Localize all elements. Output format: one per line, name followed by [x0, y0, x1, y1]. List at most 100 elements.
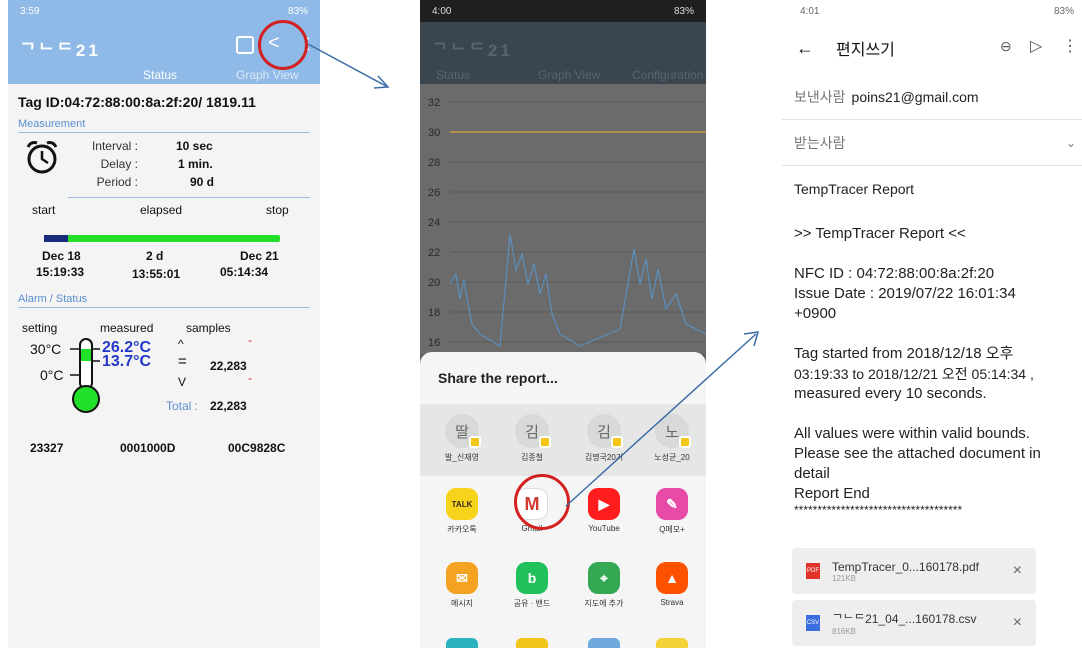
chevron-down-icon[interactable]: ⌄	[1066, 136, 1076, 150]
measurement-section: Interval : 10 sec Delay : 1 min. Period …	[8, 133, 320, 217]
report-end-line: Report End	[794, 485, 870, 502]
start-time: 15:19:33	[36, 265, 85, 279]
to-field[interactable]: 받는사람 ⌄	[782, 120, 1082, 166]
graph-canvas: 32 30 28 26 24 22 20 18 16	[428, 97, 706, 349]
nfc-icon[interactable]	[236, 36, 254, 54]
tab-graph-view[interactable]: Graph View	[538, 68, 600, 82]
tab-configuration[interactable]: Configuration	[632, 68, 703, 82]
pdf-file-icon: PDF	[806, 563, 820, 579]
interval-value: 10 sec	[176, 139, 213, 153]
total-label: Total :	[166, 399, 199, 413]
app-bar-dimmed: ᄀᄂᄃ21 Status Graph View Configuration	[420, 22, 706, 84]
status-time: 3:59	[20, 5, 40, 17]
contact-1[interactable]: 딸 발_신재영	[432, 414, 492, 463]
y-tick-label: 20	[428, 277, 440, 289]
attachment-pdf[interactable]: PDF TempTracer_0...160178.pdf 121KB ×	[792, 548, 1036, 594]
stars-line: ************************************	[794, 504, 963, 516]
footer-value-1: 23327	[30, 441, 64, 455]
attachment-name: ᄀᄂᄃ21_04_...160178.csv	[832, 612, 977, 626]
message-body[interactable]: >> TempTracer Report << NFC ID : 04:72:8…	[782, 224, 1082, 516]
contact-2[interactable]: 김 김종철	[502, 414, 562, 463]
app-partial-1	[446, 638, 478, 648]
period-label: Period :	[96, 175, 138, 189]
attachment-size: 816KB	[832, 627, 857, 636]
contact-label: 발_신재영	[445, 453, 479, 462]
status-time: 4:01	[800, 5, 820, 17]
tab-status[interactable]: Status	[436, 68, 470, 82]
alarm-clock-icon	[26, 141, 58, 174]
app-partial-3	[588, 638, 620, 648]
status-battery: 83%	[287, 5, 308, 17]
stop-time: 05:14:34	[220, 265, 269, 279]
kakaotalk-icon: TALK	[446, 488, 478, 520]
app-strava[interactable]: ▲ Strava	[642, 562, 702, 607]
status-bar: 3:59 83%	[8, 0, 320, 22]
attachment-csv[interactable]: CSV ᄀᄂᄃ21_04_...160178.csv 816KB ×	[792, 600, 1036, 646]
bounds-line-3: detail	[794, 465, 830, 482]
elapsed-days: 2 d	[146, 249, 164, 263]
attachment-size: 121KB	[832, 573, 857, 583]
app-label: Q메모+	[659, 525, 685, 534]
app-label: YouTube	[588, 524, 620, 533]
total-value: 22,283	[210, 399, 247, 413]
y-tick-label: 18	[428, 307, 440, 319]
send-icon[interactable]: ▷	[1030, 36, 1042, 56]
app-status-screen: 3:59 83% ᄀᄂᄃ21 < ⋮ Status Graph View Tag…	[8, 0, 320, 648]
high-setting: 30°C	[30, 341, 62, 357]
nfc-id-line: NFC ID : 04:72:88:00:8a:2f:20	[794, 265, 995, 282]
delay-label: Delay :	[100, 157, 138, 171]
app-maps[interactable]: ⌖ 지도에 추가	[574, 562, 634, 609]
from-field[interactable]: 보낸사람 poins21@gmail.com	[782, 74, 1082, 120]
arrow-to-compose	[565, 331, 760, 507]
app-band[interactable]: b 공유 · 밴드	[502, 562, 562, 609]
above-indicator: ^	[178, 337, 184, 351]
back-arrow-icon[interactable]: ←	[796, 38, 814, 59]
more-menu-icon[interactable]: ⋮	[1062, 36, 1078, 56]
app-label: 공유 · 밴드	[513, 599, 551, 608]
temperature-graph: 32 30 28 26 24 22 20 18 16	[420, 84, 706, 354]
stop-date: Dec 21	[240, 249, 279, 263]
samples-value: 22,283	[210, 359, 247, 373]
footer-value-2: 0001000D	[120, 441, 176, 455]
bounds-line-2: Please see the attached document in	[794, 445, 1041, 462]
low-setting: 0°C	[40, 367, 64, 383]
interval-label: Interval :	[91, 139, 138, 153]
y-tick-label: 30	[428, 127, 440, 139]
messages-icon: ✉	[446, 562, 478, 594]
y-tick-label: 22	[428, 247, 440, 259]
elapsed-time: 13:55:01	[132, 267, 181, 281]
app-kakaotalk[interactable]: TALK 카카오톡	[432, 488, 492, 535]
below-indicator: V	[178, 375, 187, 389]
status-battery: 83%	[1053, 5, 1074, 17]
app-label: 지도에 추가	[584, 599, 624, 608]
compose-title: 편지쓰기	[836, 42, 895, 59]
samples-label: samples	[186, 321, 231, 335]
compose-toolbar: ← 편지쓰기 ⊖ ▷ ⋮	[782, 22, 1082, 74]
close-icon[interactable]: ×	[1013, 614, 1022, 632]
app-title: ᄀᄂᄃ21	[20, 41, 101, 60]
contact-label: 김종철	[520, 453, 544, 462]
from-label: 보낸사람	[794, 88, 846, 105]
tab-status[interactable]: Status	[143, 68, 177, 82]
csv-file-icon: CSV	[806, 615, 820, 631]
started-line-1: Tag started from 2018/12/18 오후	[794, 345, 1014, 362]
maps-icon: ⌖	[588, 562, 620, 594]
contact-avatar: 김	[515, 414, 551, 448]
app-partial-4	[656, 638, 688, 648]
subject-field[interactable]: TempTracer Report	[782, 166, 1082, 212]
tab-graph-view[interactable]: Graph View	[236, 68, 298, 82]
app-title: ᄀᄂᄃ21	[432, 41, 513, 60]
thermometer-icon	[70, 338, 100, 413]
above-count: -	[248, 333, 252, 347]
app-messages[interactable]: ✉ 메시지	[432, 562, 492, 609]
body-heading: >> TempTracer Report <<	[794, 225, 966, 242]
app-label: Strava	[660, 598, 684, 607]
gmail-compose-screen: 4:01 83% ← 편지쓰기 ⊖ ▷ ⋮ 보낸사람 poins21@gmail…	[782, 0, 1082, 648]
attachment-name: TempTracer_0...160178.pdf	[832, 559, 979, 574]
footer-ids: 23327 0001000D 00C9828C	[8, 441, 320, 465]
close-icon[interactable]: ×	[1013, 562, 1022, 580]
bounds-line-1: All values were within valid bounds.	[794, 425, 1030, 442]
y-tick-label: 16	[428, 337, 440, 349]
measured-label: measured	[100, 321, 154, 335]
attach-icon[interactable]: ⊖	[1000, 38, 1012, 55]
